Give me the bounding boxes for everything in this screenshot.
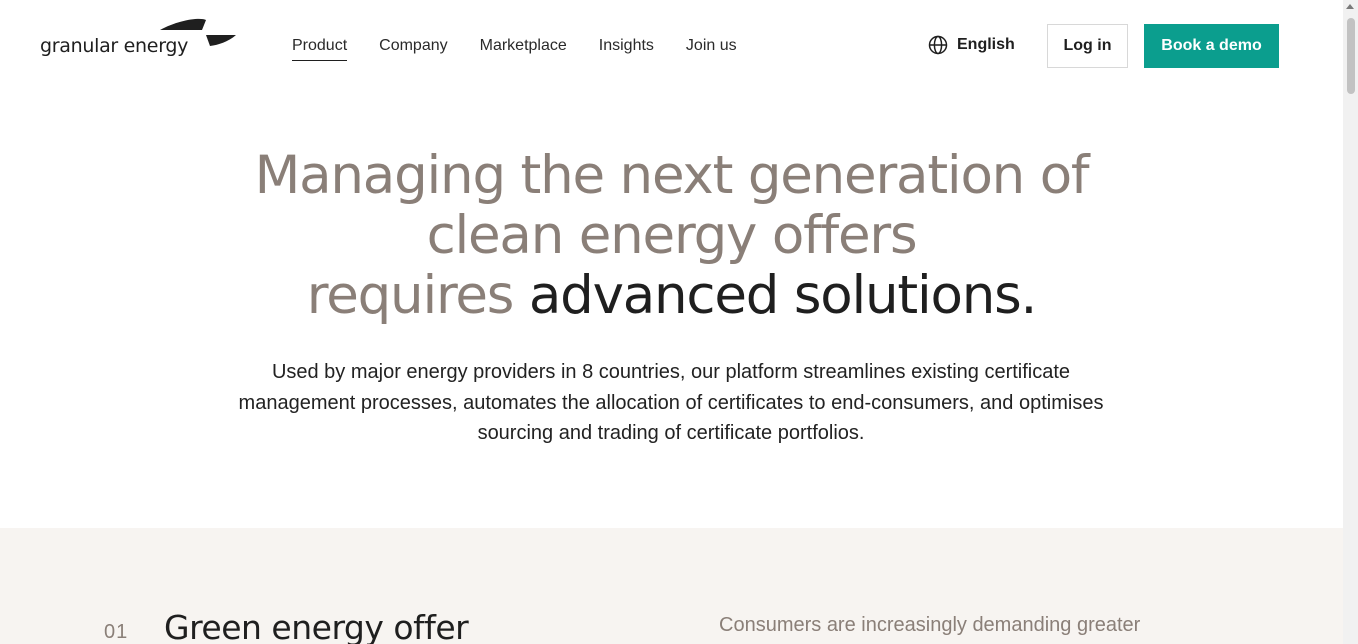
login-button[interactable]: Log in <box>1047 24 1128 68</box>
hero-title-line-3-muted: requires <box>306 265 515 326</box>
main-nav: Product Company Marketplace Insights Joi… <box>292 36 737 61</box>
scrollbar-thumb[interactable] <box>1347 18 1355 94</box>
language-label: English <box>957 36 1015 53</box>
nav-item-marketplace[interactable]: Marketplace <box>480 36 567 56</box>
hero-subtitle: Used by major energy providers in 8 coun… <box>238 361 1104 444</box>
feature-description: Consumers are increasingly demanding gre… <box>719 614 1141 636</box>
page: granular energy Product Company Marketpl… <box>0 0 1343 644</box>
hero-title: Managing the next generation of clean en… <box>0 146 1343 326</box>
hero-title-line-2: clean energy offers <box>426 205 918 266</box>
nav-item-insights[interactable]: Insights <box>599 36 654 56</box>
language-selector[interactable]: English <box>928 35 1015 55</box>
site-header: granular energy Product Company Marketpl… <box>0 0 1343 92</box>
hero-title-line-3-dark: advanced solutions. <box>528 265 1038 326</box>
book-demo-button[interactable]: Book a demo <box>1144 24 1279 68</box>
globe-icon <box>928 35 948 55</box>
logo[interactable]: granular energy <box>40 18 240 58</box>
nav-item-product[interactable]: Product <box>292 36 348 61</box>
feature-section: 01 Green energy offer Consumers are incr… <box>0 528 1343 644</box>
nav-item-company[interactable]: Company <box>379 36 447 56</box>
feature-number: 01 <box>104 621 129 643</box>
hero-title-line-1: Managing the next generation of <box>254 145 1090 206</box>
feature-title: Green energy offer <box>164 608 469 644</box>
nav-item-join-us[interactable]: Join us <box>686 36 737 56</box>
logo-mark-icon <box>160 18 236 46</box>
scroll-up-arrow-icon[interactable] <box>1346 4 1354 9</box>
vertical-scrollbar[interactable] <box>1343 0 1358 644</box>
